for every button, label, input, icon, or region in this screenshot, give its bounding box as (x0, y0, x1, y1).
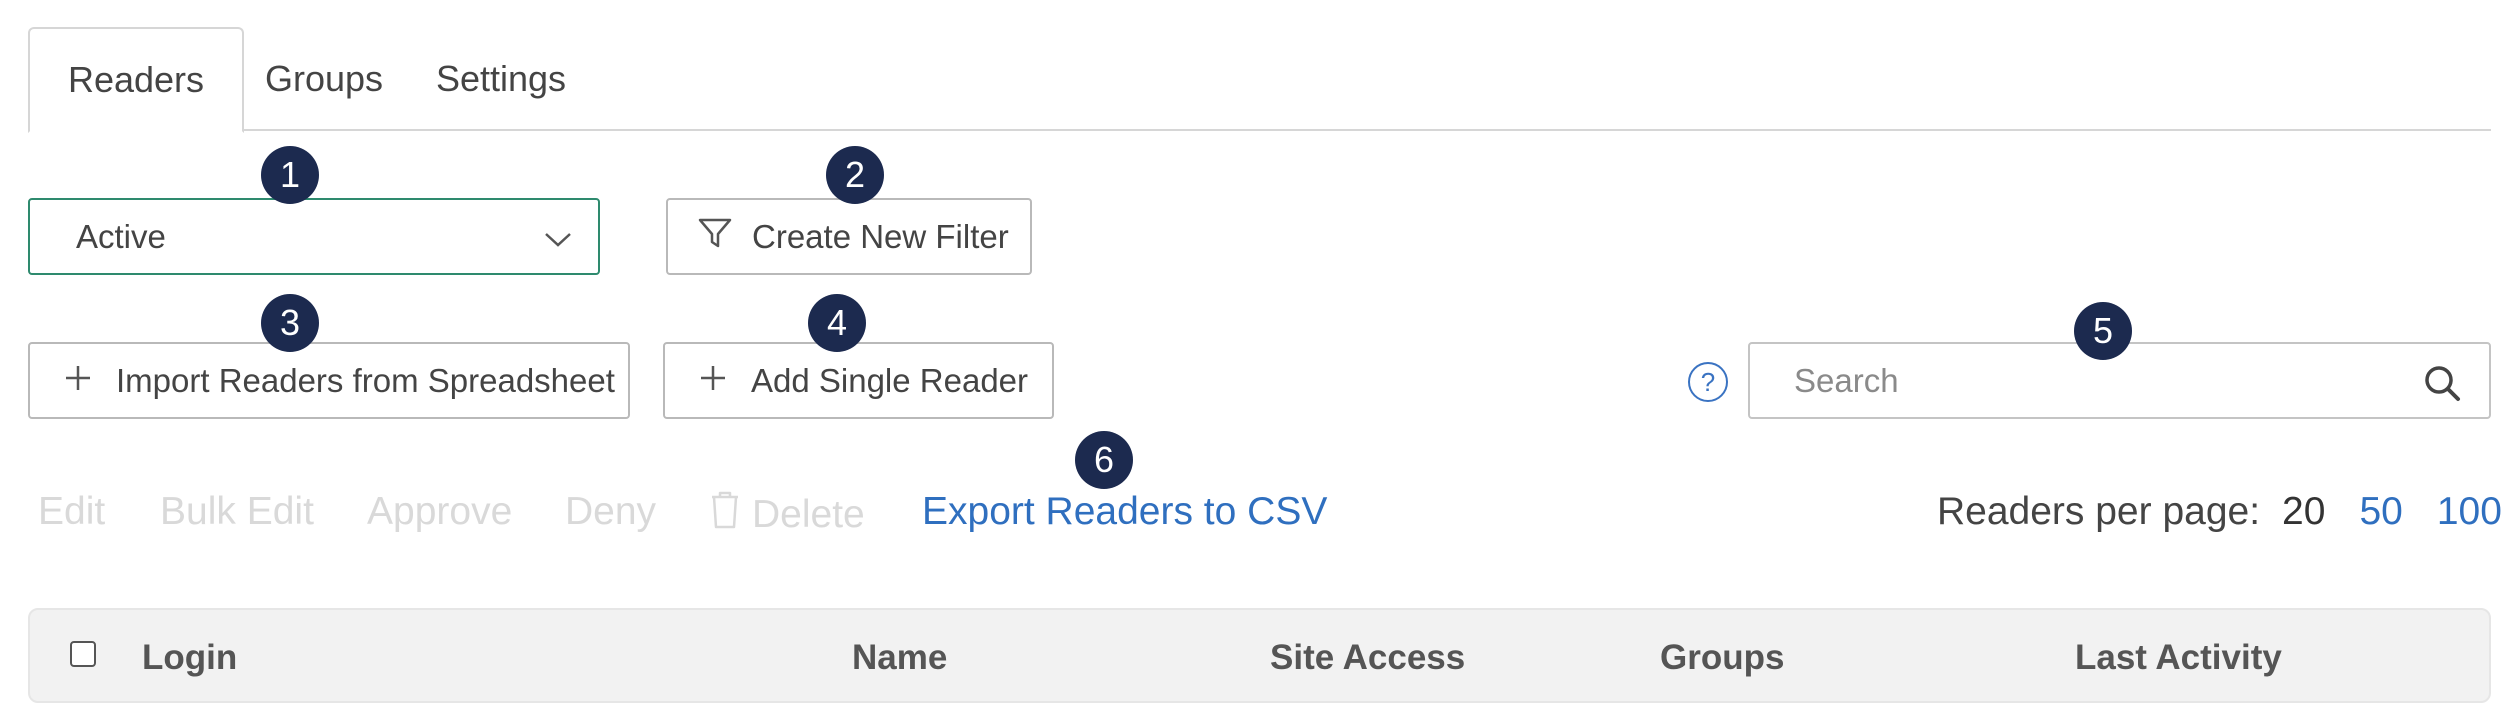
callout-badge: 1 (261, 146, 319, 204)
callout-badge: 2 (826, 146, 884, 204)
add-reader-button[interactable]: Add Single Reader (663, 342, 1054, 419)
table-header: Login Name Site Access Groups Last Activ… (28, 608, 2491, 703)
per-page-option-50[interactable]: 50 (2359, 490, 2402, 534)
per-page-selector: Readers per page: 20 50 100 (1937, 490, 2502, 534)
search-icon[interactable] (2423, 364, 2461, 407)
edit-action[interactable]: Edit (38, 490, 105, 534)
callout-badge: 5 (2074, 302, 2132, 360)
callout-badge: 4 (808, 294, 866, 352)
create-filter-button[interactable]: Create New Filter (666, 198, 1032, 275)
trash-icon (710, 490, 740, 540)
column-header-login[interactable]: Login (142, 638, 237, 678)
chevron-down-icon (544, 218, 572, 256)
tab-readers[interactable]: Readers (28, 27, 244, 133)
column-header-groups[interactable]: Groups (1660, 638, 1784, 678)
tab-bar: Readers Groups Settings (28, 27, 2491, 133)
column-header-last-activity[interactable]: Last Activity (2075, 638, 2282, 678)
column-header-name[interactable]: Name (852, 638, 947, 678)
help-icon[interactable]: ? (1688, 362, 1728, 402)
per-page-option-100[interactable]: 100 (2437, 490, 2502, 534)
bulk-edit-action[interactable]: Bulk Edit (160, 490, 314, 534)
import-readers-label: Import Readers from Spreadsheet (116, 361, 615, 399)
tab-settings[interactable]: Settings (404, 27, 598, 131)
select-all-checkbox[interactable] (70, 641, 96, 667)
callout-badge: 3 (261, 294, 319, 352)
approve-action[interactable]: Approve (367, 490, 512, 534)
callout-badge: 6 (1075, 431, 1133, 489)
add-reader-label: Add Single Reader (751, 361, 1029, 399)
create-filter-label: Create New Filter (752, 217, 1009, 255)
column-header-site-access[interactable]: Site Access (1270, 638, 1465, 678)
deny-action[interactable]: Deny (565, 490, 656, 534)
plus-icon (699, 362, 727, 400)
import-readers-button[interactable]: Import Readers from Spreadsheet (28, 342, 630, 419)
delete-label: Delete (752, 493, 865, 536)
per-page-label: Readers per page: (1937, 490, 2261, 533)
status-select[interactable]: Active (28, 198, 600, 275)
plus-icon (64, 362, 92, 400)
per-page-option-20[interactable]: 20 (2282, 490, 2325, 534)
delete-action[interactable]: Delete (710, 490, 865, 540)
tab-groups[interactable]: Groups (244, 27, 404, 131)
filter-icon (698, 217, 732, 257)
search-input[interactable] (1794, 360, 2374, 402)
status-select-value: Active (76, 217, 166, 255)
export-csv-link[interactable]: Export Readers to CSV (922, 490, 1327, 534)
